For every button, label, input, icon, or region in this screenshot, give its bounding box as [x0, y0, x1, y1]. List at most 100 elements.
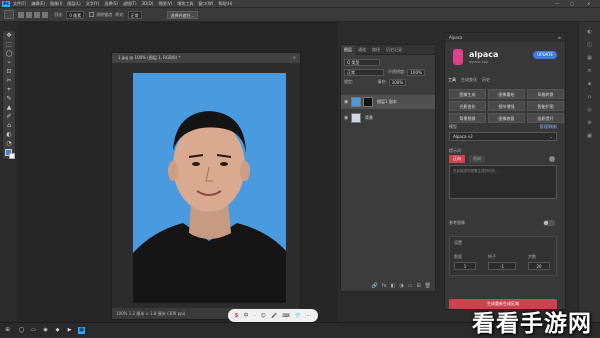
photoshop-taskbar-icon[interactable]: ▣ — [78, 327, 85, 334]
delete-layer-icon[interactable]: 🗑 — [425, 283, 431, 289]
microphone-icon[interactable]: 🎤 — [271, 313, 277, 319]
quick-select-tool-icon[interactable]: ⌁ — [3, 58, 15, 67]
tab-history[interactable]: 历史 — [482, 77, 490, 83]
keyboard-icon[interactable]: ⌨ — [282, 313, 289, 319]
ime-punct[interactable]: · — [254, 313, 256, 319]
swatches-icon[interactable]: ▣ — [579, 133, 600, 139]
tab-history[interactable]: 历史记录 — [383, 47, 405, 53]
skin-icon[interactable]: 👕 — [295, 313, 301, 319]
start-icon[interactable]: ⊞ — [4, 327, 11, 334]
menu-edit[interactable]: 编辑(E) — [31, 1, 45, 7]
menu-select[interactable]: 选择(S) — [104, 1, 118, 7]
tab-paths[interactable]: 路径 — [369, 47, 383, 53]
canvas-area[interactable] — [112, 63, 300, 308]
color-icon[interactable]: ◎ — [579, 107, 600, 113]
tab-variations[interactable]: 生成变化 — [461, 77, 477, 83]
info-icon[interactable] — [549, 156, 555, 162]
count-field[interactable]: 1 — [454, 262, 476, 270]
update-badge[interactable]: UPDATE — [533, 51, 557, 59]
tab-positive[interactable]: 正向 — [449, 155, 465, 163]
eraser-tool-icon[interactable]: ⌂ — [3, 121, 15, 130]
new-selection-icon[interactable] — [18, 11, 24, 18]
tool-button[interactable]: 图像生成 — [449, 89, 486, 99]
tool-button[interactable]: 背景替换 — [449, 113, 486, 123]
minimize-button[interactable]: — — [555, 1, 559, 6]
move-tool-icon[interactable]: ✥ — [3, 31, 15, 40]
ime-logo-icon[interactable]: S — [235, 313, 239, 319]
media-icon[interactable]: ▶ — [66, 327, 73, 334]
marquee-tool-icon[interactable]: ⬚ — [3, 40, 15, 49]
add-selection-icon[interactable] — [26, 11, 32, 18]
menu-plugins[interactable]: 增效工具 — [177, 1, 193, 7]
panel-menu-icon[interactable]: ≡ — [558, 33, 561, 42]
tab-negative[interactable]: 负向 — [469, 155, 485, 163]
portrait-photo[interactable] — [133, 73, 286, 303]
subtract-selection-icon[interactable] — [34, 11, 40, 18]
menu-help[interactable]: 帮助(H) — [218, 1, 232, 7]
menu-window[interactable]: 窗口(W) — [198, 1, 213, 7]
document-tab[interactable]: 1.jpg @ 100% (图层 1, RGB/8) * ✕ — [112, 53, 300, 63]
intersect-selection-icon[interactable] — [42, 11, 48, 18]
reference-toggle[interactable] — [543, 220, 555, 226]
ime-mode[interactable]: 中 — [243, 312, 248, 319]
feather-field[interactable]: 0 像素 — [66, 10, 85, 19]
menu-type[interactable]: 文字(Y) — [86, 1, 100, 7]
lasso-tool-icon[interactable]: ◯ — [3, 49, 15, 58]
layers-icon[interactable]: ◫ — [579, 42, 600, 48]
tab-tools[interactable]: 工具 — [448, 77, 456, 83]
emoji-icon[interactable]: ☺ — [261, 313, 266, 319]
prompt-textarea[interactable]: 在此描述你想要生成的内容... — [449, 165, 557, 199]
history-brush-tool-icon[interactable]: ✐ — [3, 112, 15, 121]
adjust-icon[interactable]: ◐ — [579, 29, 600, 35]
dodge-tool-icon[interactable]: ◔ — [3, 139, 15, 148]
tool-button[interactable]: 智能扩图 — [527, 101, 564, 111]
layer-filter-select[interactable]: Q 类型 — [344, 58, 380, 66]
styles-icon[interactable]: ◈ — [579, 81, 600, 87]
tool-button[interactable]: 图像重绘 — [488, 89, 525, 99]
libraries-icon[interactable]: ⌂ — [579, 94, 600, 100]
grid-icon[interactable]: ▦ — [579, 55, 600, 61]
layer-row[interactable]: ◉ 背景 — [341, 111, 435, 125]
maximize-button[interactable]: □ — [570, 1, 574, 6]
menu-view[interactable]: 视图(V) — [158, 1, 172, 7]
fill-field[interactable]: 100% — [388, 78, 407, 86]
adjustment-icon[interactable]: ◑ — [399, 283, 403, 289]
antialias-checkbox[interactable] — [89, 12, 95, 17]
model-manage-link[interactable]: 管理/刷新 — [540, 124, 557, 130]
tool-button[interactable]: 光影变化 — [449, 101, 486, 111]
tab-layers[interactable]: 图层 — [341, 44, 355, 55]
model-select[interactable]: Alpaca v3 ⌄ — [449, 132, 557, 141]
menu-file[interactable]: 文件(F) — [13, 1, 26, 7]
app-icon[interactable]: ◆ — [54, 327, 61, 334]
menu-layer[interactable]: 图层(L) — [67, 1, 80, 7]
style-select[interactable]: 正常 — [127, 10, 142, 19]
more-icon[interactable]: ⋯ — [306, 313, 311, 319]
properties-icon[interactable]: ≡ — [579, 68, 600, 74]
tab-channels[interactable]: 通道 — [355, 47, 369, 53]
tool-button[interactable]: 图像修复 — [488, 113, 525, 123]
brush-tool-icon[interactable]: ✎ — [3, 94, 15, 103]
menu-filter[interactable]: 滤镜(T) — [123, 1, 137, 7]
current-tool-icon[interactable] — [4, 10, 14, 19]
slice-tool-icon[interactable]: ✂ — [3, 76, 15, 85]
layer-row[interactable]: ◉ 图层1 副本 — [341, 95, 435, 109]
task-view-icon[interactable]: ▭ — [30, 327, 37, 334]
fx-icon[interactable]: fx — [382, 283, 387, 289]
menu-image[interactable]: 图像(I) — [50, 1, 62, 7]
opacity-field[interactable]: 100% — [407, 68, 425, 76]
navigator-icon[interactable]: ⊕ — [579, 120, 600, 126]
blend-mode-select[interactable]: 正常 — [344, 68, 384, 76]
search-icon[interactable]: ◯ — [18, 327, 25, 334]
tool-button[interactable]: 画质提升 — [527, 113, 564, 123]
eyedropper-tool-icon[interactable]: ⌖ — [3, 85, 15, 94]
select-and-mask-button[interactable]: 选择并遮住... — [166, 10, 199, 19]
seed-field[interactable]: -1 — [488, 262, 516, 270]
tool-button[interactable]: 风格转换 — [527, 89, 564, 99]
background-color-swatch[interactable] — [9, 153, 15, 159]
link-layers-icon[interactable]: 🔗 — [372, 283, 378, 289]
add-mask-icon[interactable]: ◧ — [391, 283, 396, 289]
eye-icon[interactable]: ◉ — [344, 115, 351, 121]
tool-button[interactable]: 细节增强 — [488, 101, 525, 111]
steps-field[interactable]: 20 — [528, 262, 550, 270]
group-icon[interactable]: ▭ — [408, 283, 413, 289]
